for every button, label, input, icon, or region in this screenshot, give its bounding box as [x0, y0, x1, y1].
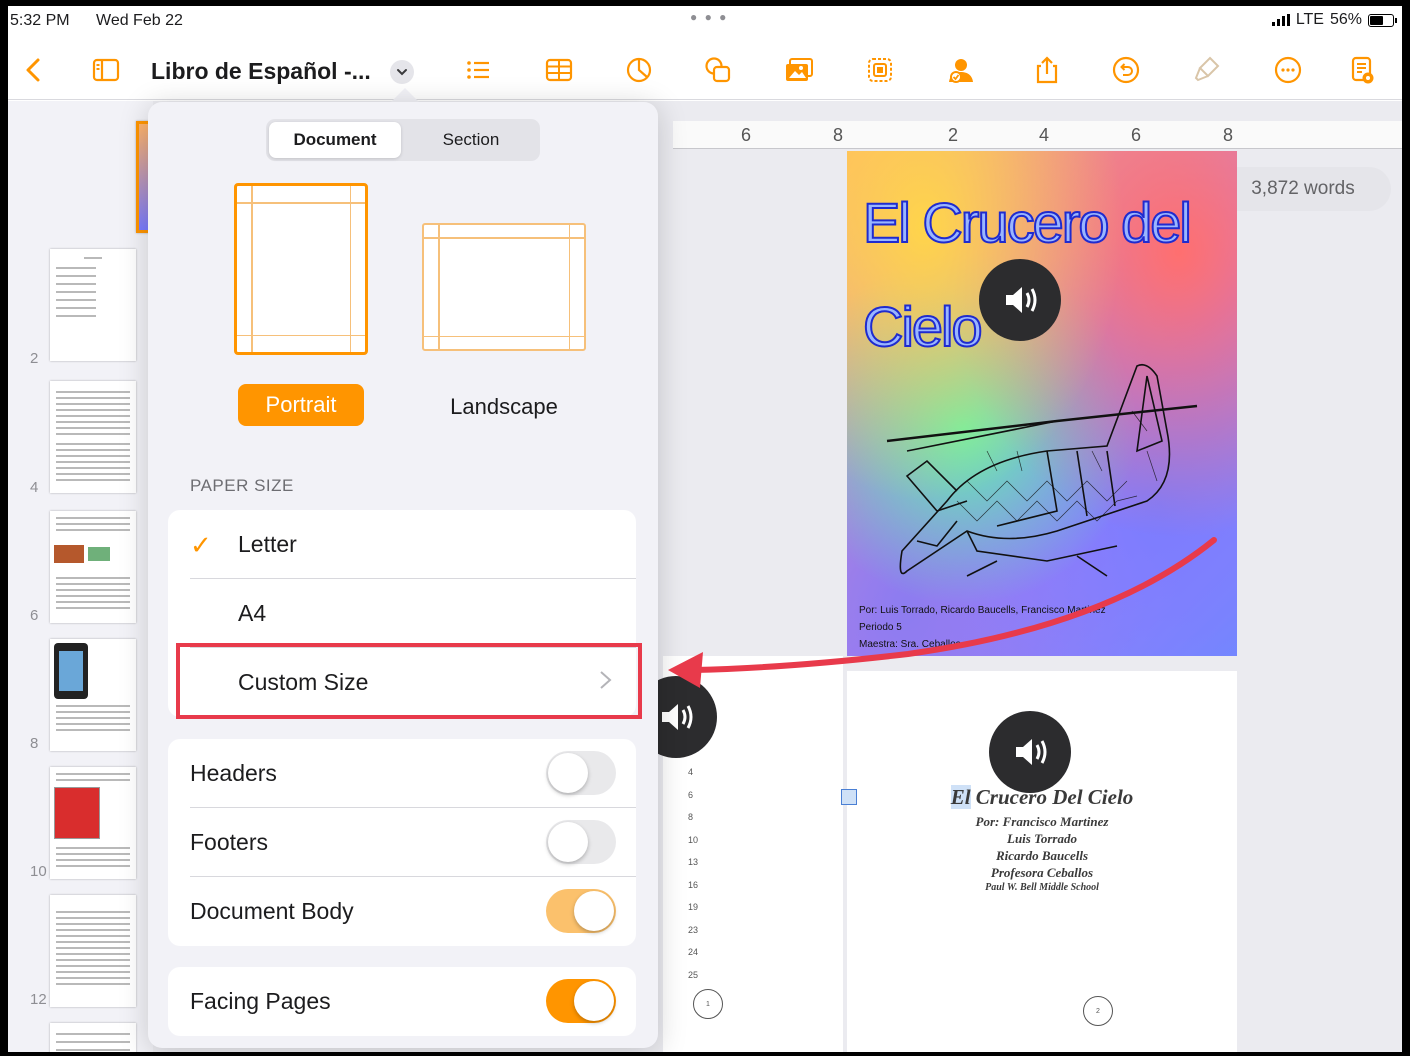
ipad-screen: 5:32 PM Wed Feb 22 ● ● ● LTE 56% Libro d…: [8, 6, 1402, 1052]
annotation-arrow: [668, 537, 1217, 688]
